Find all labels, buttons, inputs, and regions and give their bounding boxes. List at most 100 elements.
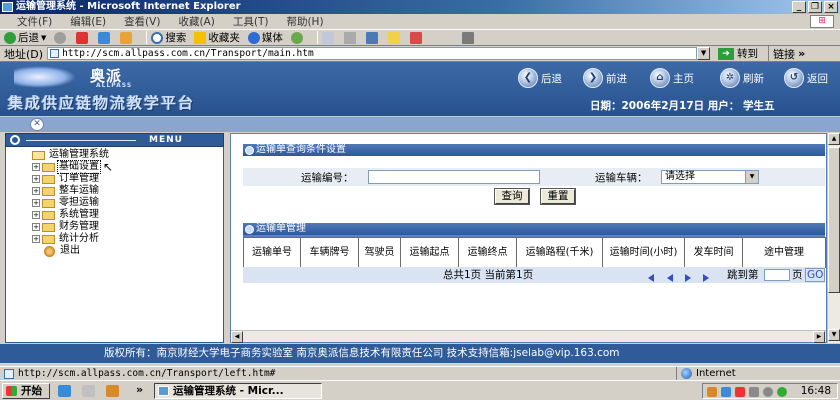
links-chevron-icon[interactable]: » (798, 47, 805, 60)
print-button[interactable] (343, 31, 358, 44)
scroll-down-icon[interactable]: ▼ (828, 329, 840, 341)
home-button[interactable] (120, 31, 134, 44)
folder-icon (42, 174, 55, 184)
quicklaunch-app-icon[interactable] (106, 385, 119, 397)
expand-icon[interactable]: + (32, 223, 40, 231)
manage-section-header: 运输单管理 (243, 223, 825, 235)
expand-icon[interactable]: + (32, 175, 40, 183)
scroll-thumb[interactable] (828, 147, 840, 293)
close-button[interactable]: × (824, 1, 838, 13)
expand-icon[interactable]: + (32, 235, 40, 243)
star-icon (194, 31, 207, 44)
vertical-scrollbar[interactable]: ▲ ▼ (827, 133, 840, 343)
nav-refresh-button[interactable]: ✲ 刷新 (720, 68, 764, 88)
tray-icon[interactable] (777, 387, 787, 397)
address-dropdown-button[interactable]: ▼ (697, 47, 711, 60)
links-button[interactable]: 链接 (768, 45, 795, 62)
restore-button[interactable]: ❐ (808, 1, 822, 13)
taskbar-item-transport[interactable]: 运输管理系统 - Micr... (154, 383, 322, 399)
folder-icon (42, 234, 55, 244)
quicklaunch-desktop-icon[interactable] (82, 385, 95, 397)
start-button[interactable]: 开始 (2, 383, 50, 399)
research-icon (461, 31, 474, 44)
menu-view[interactable]: 查看(V) (115, 14, 169, 29)
favorites-button[interactable]: 收藏夹 (194, 30, 240, 45)
media-icon (247, 31, 260, 44)
security-zone: Internet (676, 367, 736, 380)
menu-tools[interactable]: 工具(T) (224, 14, 278, 29)
address-bar: 地址(D) http://scm.allpass.com.cn/Transpor… (0, 45, 840, 62)
query-form-row: 运输编号： 运输车辆： 请选择 ▼ (243, 168, 825, 186)
stop-button[interactable] (76, 31, 90, 44)
scroll-left-icon[interactable]: ◀ (231, 331, 243, 343)
platform-title: 集成供应链物流教学平台 (8, 94, 196, 112)
main-content-frame: 运输单查询条件设置 运输编号： 运输车辆： 请选择 ▼ 查询 重置 运输单管理 … (230, 133, 827, 343)
media-button[interactable]: 媒体 (247, 30, 283, 45)
search-button[interactable]: 搜索 (151, 30, 186, 45)
expand-icon[interactable]: + (32, 199, 40, 207)
scroll-right-icon[interactable]: ▶ (813, 331, 825, 343)
next-page-icon[interactable] (685, 271, 691, 287)
tree-item-exit[interactable]: 退出 (18, 245, 113, 257)
research-button[interactable] (461, 31, 476, 44)
menu-help[interactable]: 帮助(H) (277, 14, 332, 29)
expand-icon[interactable]: + (32, 211, 40, 219)
refresh-button[interactable] (98, 31, 112, 44)
nav-back-button[interactable]: ❮ 后退 (518, 68, 562, 88)
collapse-menu-button[interactable]: ✕ (30, 118, 44, 131)
forward-arrow-icon: ❯ (583, 68, 603, 88)
menu-edit[interactable]: 编辑(E) (61, 14, 115, 29)
transport-number-label: 运输编号： (301, 172, 354, 184)
nav-return-button[interactable]: ↺ 返回 (784, 68, 828, 88)
tray-icon[interactable] (735, 387, 745, 397)
taskbar: 开始 » 运输管理系统 - Micr... 16:48 (0, 380, 840, 400)
edit-button[interactable] (365, 31, 380, 44)
quicklaunch-more-icon[interactable]: » (136, 383, 143, 396)
vehicle-select[interactable]: 请选择 ▼ (661, 170, 759, 184)
first-page-icon[interactable] (648, 271, 654, 287)
last-page-icon[interactable] (703, 271, 709, 287)
scroll-up-icon[interactable]: ▲ (828, 133, 840, 145)
expand-icon[interactable]: + (32, 187, 40, 195)
transport-number-input[interactable] (368, 170, 540, 184)
menu-file[interactable]: 文件(F) (8, 14, 61, 29)
tree-item-label: 退出 (60, 245, 80, 256)
tray-icon[interactable] (707, 387, 717, 397)
nav-forward-button[interactable]: ❯ 前进 (583, 68, 627, 88)
discuss-button[interactable] (387, 31, 402, 44)
tray-icon[interactable] (721, 387, 731, 397)
ie-icon (2, 2, 13, 12)
transport-table: 运输单号 车辆牌号 驾驶员 运输起点 运输终点 运输路程(千米) 运输时间(小时… (243, 237, 826, 268)
page-footer: 版权所有：南京财经大学电子商务实验室 南京奥派信息技术有限责任公司 技术支持信箱… (0, 344, 840, 363)
go-button[interactable]: ➔ 转到 (718, 46, 758, 61)
history-button[interactable] (290, 31, 305, 44)
forward-button[interactable] (54, 31, 68, 44)
search-button[interactable]: 查询 (494, 188, 530, 205)
quicklaunch-ie-icon[interactable] (58, 385, 71, 397)
expand-icon[interactable]: + (32, 163, 40, 171)
stop-icon (76, 31, 89, 44)
prev-page-icon[interactable] (667, 271, 673, 287)
status-url: http://scm.allpass.com.cn/Transport/left… (18, 368, 276, 379)
nav-home-button[interactable]: ⌂ 主页 (650, 68, 694, 88)
minimize-button[interactable]: _ (792, 1, 806, 13)
menu-favorites[interactable]: 收藏(A) (169, 14, 223, 29)
address-input[interactable]: http://scm.allpass.com.cn/Transport/main… (47, 47, 698, 60)
page-number-input[interactable] (764, 269, 790, 281)
exit-icon (44, 245, 55, 257)
go-page-button[interactable]: GO (805, 268, 826, 282)
back-button[interactable]: 后退 ▼ (4, 30, 46, 45)
reset-button[interactable]: 重置 (540, 188, 576, 205)
messenger-button[interactable] (409, 31, 424, 44)
column-header: 发车时间 (684, 237, 743, 268)
column-header: 运输终点 (458, 237, 517, 268)
horizontal-scrollbar[interactable]: ◀ ▶ (231, 330, 826, 343)
go-arrow-icon: ➔ (718, 47, 735, 60)
query-title-wrap (243, 156, 825, 168)
tray-icon[interactable] (749, 387, 759, 397)
ie-icon (158, 386, 169, 396)
menu-label: MENU (149, 135, 183, 145)
mail-button[interactable] (321, 31, 336, 44)
pagination-bar: 总共1页 当前第1页 跳到第 页 GO (243, 267, 826, 283)
volume-icon[interactable] (763, 387, 773, 397)
